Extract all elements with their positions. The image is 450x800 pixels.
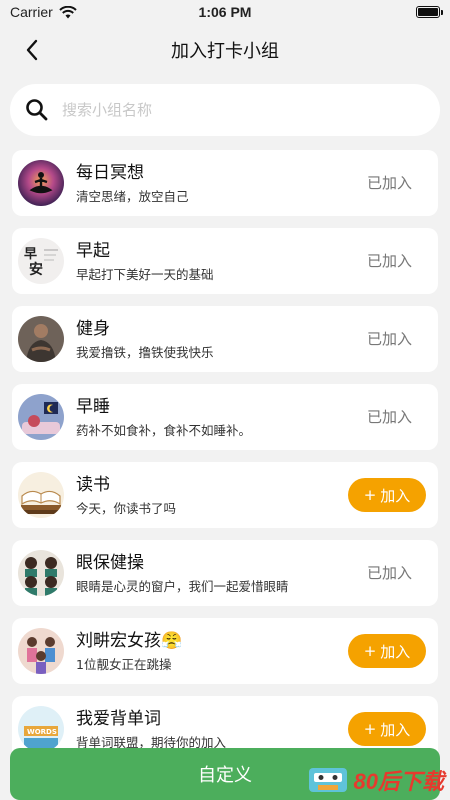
carrier-label: Carrier [10,4,53,20]
join-button-label: 加入 [380,720,411,739]
group-item-eye-exercise[interactable]: 眼保健操 眼睛是心灵的窗户，我们一起爱惜眼睛 已加入 [12,540,438,606]
wifi-icon [59,5,77,18]
group-item-fitness[interactable]: 健身 我爱撸铁，撸铁使我快乐 已加入 [12,306,438,372]
calligraphy-avatar: 早 安 [18,238,64,284]
joined-status: 已加入 [366,330,412,348]
battery-icon [416,6,443,18]
watermark: 80后下载 [308,764,444,796]
group-desc: 药补不如食补，食补不如睡补。 [76,422,252,438]
group-list: 每日冥想 清空思绪，放空自己 已加入 早 安 早起 早起打下美好一天的基础 已加… [12,150,438,774]
cassette-icon [308,768,347,792]
group-name: 每日冥想 [76,162,144,183]
join-button[interactable]: + 加入 [348,634,426,668]
eye-exercise-avatar [18,550,64,596]
group-item-reading[interactable]: 读书 今天，你读书了吗 + 加入 [12,462,438,528]
search-icon [26,99,48,121]
group-item-meditation[interactable]: 每日冥想 清空思绪，放空自己 已加入 [12,150,438,216]
group-name: 刘畊宏女孩😤 [76,630,183,651]
join-button[interactable]: + 加入 [348,712,426,746]
plus-icon: + [363,486,377,504]
back-button[interactable] [16,34,48,66]
join-button[interactable]: + 加入 [348,478,426,512]
book-avatar [18,472,64,518]
fitness-avatar [18,316,64,362]
words-avatar: WORDS [18,706,64,752]
sleep-avatar [18,394,64,440]
group-item-dance[interactable]: 刘畊宏女孩😤 1位靓女正在跳操 + 加入 [12,618,438,684]
group-name: 早起 [76,240,110,261]
group-name: 早睡 [76,396,110,417]
plus-icon: + [363,720,377,738]
calligraphy-char-2: 安 [29,261,43,278]
calligraphy-char-1: 早 [24,247,37,262]
plus-icon: + [363,642,377,660]
dance-avatar [18,628,64,674]
group-desc: 早起打下美好一天的基础 [76,266,214,282]
group-item-early-rise[interactable]: 早 安 早起 早起打下美好一天的基础 已加入 [12,228,438,294]
chevron-left-icon [26,39,38,61]
group-desc: 眼睛是心灵的窗户，我们一起爱惜眼睛 [76,578,289,594]
group-desc: 1位靓女正在跳操 [76,656,172,672]
search-input[interactable] [62,101,392,119]
joined-status: 已加入 [366,174,412,192]
words-tag: WORDS [27,728,57,736]
meditation-avatar [18,160,64,206]
status-bar: Carrier 1:06 PM [0,0,450,24]
nav-bar: 加入打卡小组 [0,28,450,72]
group-desc: 我爱撸铁，撸铁使我快乐 [76,344,214,360]
join-button-label: 加入 [380,486,411,505]
joined-status: 已加入 [366,252,412,270]
joined-status: 已加入 [366,408,412,426]
group-desc: 今天，你读书了吗 [76,500,177,516]
joined-status: 已加入 [366,564,412,582]
group-name: 眼保健操 [76,552,144,573]
page-title: 加入打卡小组 [171,41,279,62]
watermark-text: 80后下载 [353,769,444,794]
group-name: 我爱背单词 [76,708,161,729]
group-name: 健身 [76,318,110,339]
search-bar[interactable] [10,84,440,136]
group-item-early-sleep[interactable]: 早睡 药补不如食补，食补不如睡补。 已加入 [12,384,438,450]
join-button-label: 加入 [380,642,411,661]
group-name: 读书 [76,474,110,495]
group-desc: 清空思绪，放空自己 [76,188,189,204]
